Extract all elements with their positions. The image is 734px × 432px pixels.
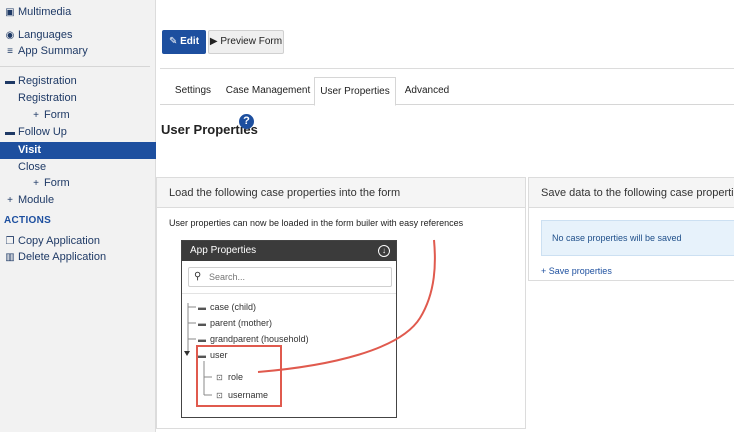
save-link-label: Save properties: [548, 266, 612, 276]
plus-icon: +: [541, 266, 547, 276]
panel-title: Save data to the following case properti…: [529, 178, 734, 208]
save-properties-panel: Save data to the following case properti…: [528, 177, 734, 281]
save-notice: No case properties will be saved: [541, 220, 734, 256]
save-properties-link[interactable]: + Save properties: [541, 266, 612, 276]
